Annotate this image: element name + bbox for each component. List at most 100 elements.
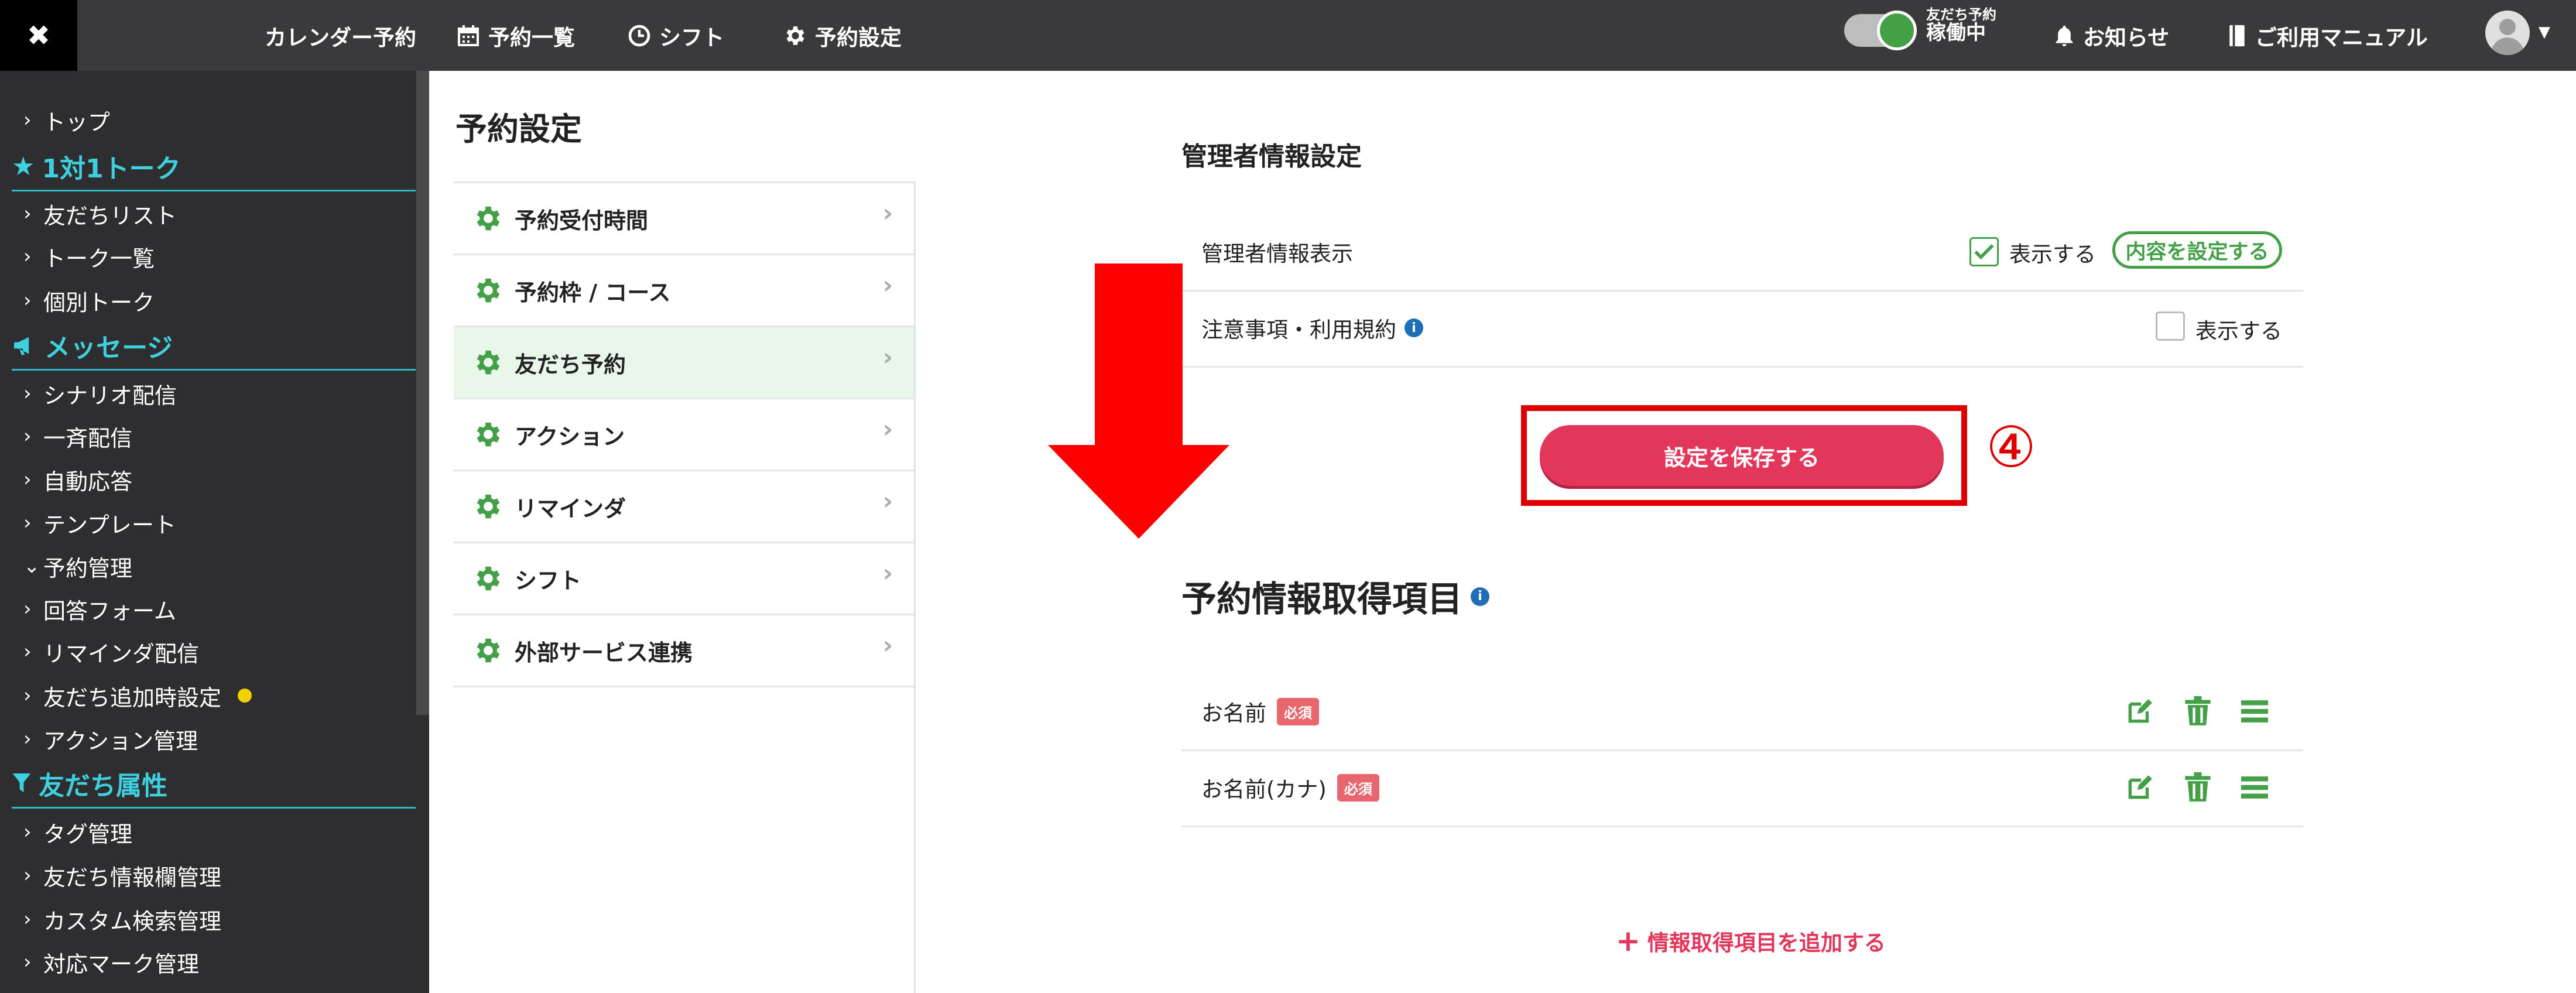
- sidebar-section-attributes: 友だち属性: [12, 760, 416, 809]
- manual-link[interactable]: ご利用マニュアル: [2227, 0, 2428, 71]
- sidebar-section-talk: ★ 1対1トーク: [12, 143, 416, 191]
- drag-handle-icon[interactable]: [2241, 698, 2268, 724]
- settings-menu-item[interactable]: 予約受付時間 ›: [454, 183, 914, 255]
- add-info-item-label: 情報取得項目を追加する: [1647, 930, 1886, 956]
- settings-menu-label: シフト: [515, 567, 582, 594]
- gear-icon: [471, 347, 503, 378]
- edit-icon[interactable]: [2125, 773, 2154, 802]
- terms-checkbox-label: 表示する: [2195, 319, 2282, 344]
- sidebar-item-label: 回答フォーム: [43, 598, 176, 624]
- info-icon[interactable]: i: [1405, 319, 1423, 337]
- user-avatar[interactable]: [2485, 11, 2530, 55]
- down-arrow-icon: [1048, 263, 1229, 539]
- chevron-down-icon: ⌄: [23, 554, 40, 578]
- settings-menu-item[interactable]: シフト ›: [454, 543, 914, 615]
- sidebar-item-label: タグ管理: [43, 821, 133, 847]
- sidebar-item-friend-info-management[interactable]: › 友だち情報欄管理: [23, 855, 221, 896]
- sidebar-item-label: トップ: [43, 109, 111, 135]
- sidebar-item-broadcast[interactable]: › 一斉配信: [23, 416, 132, 457]
- settings-menu-label: 外部サービス連携: [515, 639, 693, 666]
- chevron-right-icon: ›: [23, 289, 32, 312]
- trash-icon[interactable]: [2184, 696, 2212, 727]
- sidebar-item-individual-talk[interactable]: › 個別トーク: [23, 280, 155, 321]
- chevron-right-icon: ›: [882, 631, 893, 659]
- chevron-right-icon: ›: [882, 270, 893, 299]
- chevron-right-icon: ›: [23, 468, 32, 491]
- admin-info-checkbox[interactable]: [1969, 237, 1999, 266]
- terms-checkbox[interactable]: [2156, 311, 2185, 341]
- sidebar-section-label: 1対1トーク: [42, 154, 181, 184]
- close-menu-button[interactable]: ✖: [0, 0, 77, 71]
- notice-link[interactable]: お知らせ: [2054, 0, 2169, 71]
- terms-label-wrap: 注意事項・利用規約 i: [1201, 290, 1423, 366]
- sidebar-item-label: 友だち追加時設定: [43, 684, 222, 711]
- sidebar-item-scenario[interactable]: › シナリオ配信: [23, 373, 177, 414]
- configure-content-button[interactable]: 内容を設定する: [2112, 231, 2282, 269]
- admin-settings-heading: 管理者情報設定: [1181, 142, 1362, 172]
- add-info-item-link[interactable]: + 情報取得項目を追加する: [1616, 924, 1886, 958]
- chevron-right-icon: ›: [23, 864, 32, 887]
- settings-menu-item[interactable]: リマインダ ›: [454, 471, 914, 543]
- settings-menu-item[interactable]: 外部サービス連携 ›: [454, 615, 914, 687]
- friend-booking-toggle[interactable]: [1844, 11, 1917, 50]
- sidebar-scrollbar[interactable]: [416, 71, 429, 715]
- sidebar-item-custom-search[interactable]: › カスタム検索管理: [23, 899, 221, 940]
- chevron-right-icon: ›: [882, 343, 893, 371]
- drag-handle-icon[interactable]: [2241, 775, 2268, 800]
- sidebar-item-label: 友だちリスト: [43, 203, 177, 229]
- booking-item-label-wrap: お名前(カナ) 必須: [1201, 749, 1379, 826]
- info-icon[interactable]: i: [1471, 587, 1489, 606]
- chevron-right-icon: ›: [23, 597, 32, 621]
- sidebar-item-friend-list[interactable]: › 友だちリスト: [23, 193, 177, 234]
- settings-menu-item[interactable]: 予約枠 / コース ›: [454, 255, 914, 327]
- settings-menu-label: 友だち予約: [515, 351, 626, 378]
- sidebar-item-answer-form[interactable]: › 回答フォーム: [23, 588, 176, 629]
- chevron-right-icon: ›: [23, 245, 32, 268]
- booking-item-actions: [2125, 673, 2268, 749]
- sidebar-item-label: アクション管理: [43, 728, 198, 754]
- sidebar-item-action-management[interactable]: › アクション管理: [23, 718, 198, 759]
- sidebar-item-reservation-management[interactable]: ⌄ 予約管理: [23, 546, 132, 587]
- sidebar-item-label: 一斉配信: [43, 425, 133, 451]
- chevron-right-icon: ›: [23, 640, 32, 663]
- toggle-status-value: 稼働中: [1926, 21, 1986, 45]
- booking-item-label: お名前: [1201, 701, 1266, 726]
- nav-booking-list[interactable]: 予約一覧: [457, 0, 575, 71]
- nav-booking-settings[interactable]: 予約設定: [782, 0, 902, 71]
- chevron-right-icon: ›: [882, 415, 893, 443]
- settings-menu-item-active[interactable]: 友だち予約 ›: [454, 327, 914, 399]
- chevron-right-icon: ›: [23, 820, 32, 844]
- book-icon: [2227, 24, 2247, 47]
- filter-icon: [12, 772, 32, 795]
- manual-label: ご利用マニュアル: [2255, 25, 2428, 50]
- notice-label: お知らせ: [2083, 25, 2170, 50]
- sidebar-item-reminder[interactable]: › リマインダ配信: [23, 631, 199, 672]
- gear-icon: [471, 203, 503, 234]
- gear-icon: [471, 491, 503, 522]
- settings-menu-item[interactable]: アクション ›: [454, 399, 914, 471]
- required-badge: 必須: [1337, 773, 1379, 802]
- nav-booking-list-label: 予約一覧: [488, 25, 575, 50]
- sidebar-item-top[interactable]: › トップ: [23, 100, 110, 141]
- sidebar-item-template[interactable]: › テンプレート: [23, 502, 176, 543]
- sidebar-item-friend-add-settings[interactable]: › 友だち追加時設定: [23, 675, 252, 716]
- settings-menu-label: リマインダ: [515, 495, 626, 522]
- nav-calendar-booking[interactable]: カレンダー予約: [265, 0, 416, 71]
- top-bar: ✖ カレンダー予約 予約一覧 シフト 予約設定 友だち予約 稼働中 お知らせ ご…: [0, 0, 2576, 71]
- chevron-right-icon: ›: [23, 424, 32, 448]
- trash-icon[interactable]: [2184, 772, 2212, 803]
- toggle-status-caption: 友だち予約: [1926, 6, 1996, 23]
- save-settings-button[interactable]: 設定を保存する: [1540, 425, 1944, 486]
- column-divider: [914, 182, 916, 993]
- sidebar-item-talk-list[interactable]: › トーク一覧: [23, 236, 155, 277]
- sidebar-item-auto-reply[interactable]: › 自動応答: [23, 459, 132, 500]
- chevron-down-icon[interactable]: ▼: [2539, 23, 2550, 41]
- settings-menu-label: アクション: [515, 423, 625, 450]
- sidebar-item-label: 個別トーク: [43, 289, 155, 316]
- edit-icon[interactable]: [2125, 697, 2154, 726]
- sidebar-item-tag-management[interactable]: › タグ管理: [23, 811, 132, 852]
- nav-shift[interactable]: シフト: [628, 0, 724, 71]
- sidebar-item-mark-management[interactable]: › 対応マーク管理: [23, 941, 199, 982]
- sidebar-item-label: リマインダ配信: [43, 641, 200, 667]
- gear-icon: [471, 419, 503, 450]
